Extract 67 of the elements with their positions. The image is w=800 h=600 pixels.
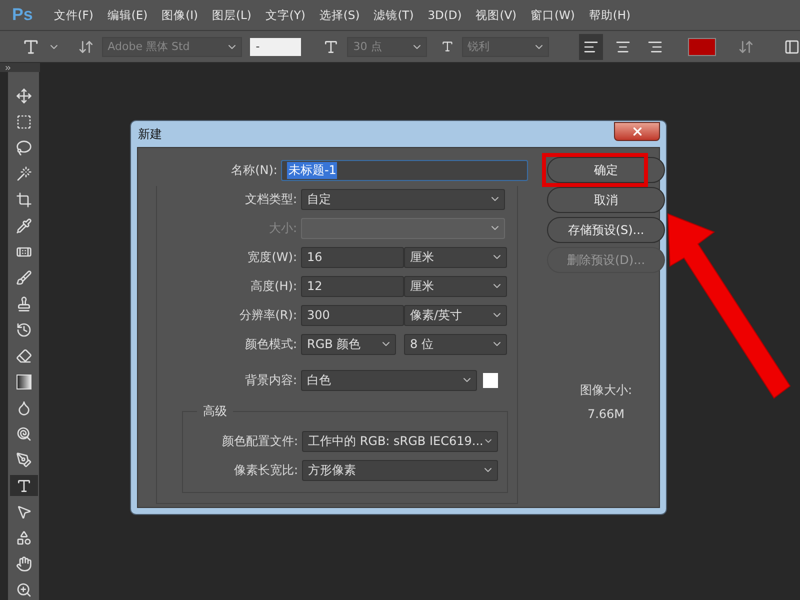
close-button[interactable] xyxy=(614,122,660,140)
type-icon xyxy=(16,478,32,494)
marquee-icon xyxy=(16,114,32,130)
dialog-button[interactable]: 确定 xyxy=(547,157,665,183)
menu-item[interactable]: 编辑(E) xyxy=(100,8,155,22)
image-size-value: 7.66M xyxy=(587,407,625,421)
tool-button[interactable] xyxy=(10,475,38,496)
unit-dropdown[interactable]: 像素/英寸 xyxy=(404,304,507,326)
image-size-label: 图像大小: xyxy=(580,382,632,399)
shapes-icon xyxy=(16,530,32,546)
dropdown[interactable]: RGB 颜色 xyxy=(301,334,396,354)
menu-item[interactable]: 视图(V) xyxy=(468,8,524,22)
dropdown[interactable]: 白色 xyxy=(301,370,477,390)
history-icon xyxy=(16,322,32,338)
align-right-icon xyxy=(646,38,663,54)
dropdown[interactable]: 工作中的 RGB: sRGB IEC619... xyxy=(302,430,498,452)
menu-item[interactable]: 选择(S) xyxy=(312,8,367,22)
pen-icon xyxy=(16,452,32,468)
stamp-icon xyxy=(16,296,32,312)
dialog-title: 新建 xyxy=(137,126,162,142)
dropdown[interactable]: 方形像素 xyxy=(302,460,498,480)
menu-item[interactable]: 图层(L) xyxy=(205,8,258,22)
hand-icon xyxy=(16,556,32,572)
color-swatch[interactable] xyxy=(483,372,498,388)
menu-item[interactable]: 图像(I) xyxy=(154,8,206,22)
eraser-icon xyxy=(16,348,32,364)
align-center-icon xyxy=(614,38,631,54)
dialog-button[interactable]: 取消 xyxy=(547,187,665,213)
wand-icon xyxy=(16,166,32,182)
expand-icon[interactable] xyxy=(4,64,12,72)
antialias-icon xyxy=(440,40,454,53)
text-orientation-icon[interactable] xyxy=(78,38,94,54)
type-icon[interactable] xyxy=(22,38,40,56)
panels-icon[interactable] xyxy=(784,38,800,54)
pointer-icon xyxy=(16,504,32,520)
crop-icon xyxy=(16,192,32,208)
align-button[interactable] xyxy=(579,34,603,60)
number-field[interactable]: 16 xyxy=(301,246,404,268)
unit-dropdown[interactable]: 厘米 xyxy=(404,276,507,296)
name-field[interactable]: 未标题-1 xyxy=(281,160,528,180)
close-icon xyxy=(630,124,644,138)
dropdown[interactable]: 8 位 xyxy=(404,334,507,354)
dropdown[interactable]: 自定 xyxy=(301,188,505,210)
font-style-field[interactable]: - xyxy=(250,38,302,56)
menu-item[interactable]: 窗口(W) xyxy=(524,8,582,22)
number-field[interactable]: 300 xyxy=(301,304,404,326)
menu-item[interactable]: 帮助(H) xyxy=(582,8,638,22)
pipette-icon xyxy=(16,218,32,234)
warp-text-icon[interactable] xyxy=(738,38,754,54)
menu-item[interactable]: 文字(Y) xyxy=(258,8,312,22)
number-field[interactable]: 12 xyxy=(301,276,404,296)
zoom-icon xyxy=(16,582,32,598)
dialog-button[interactable]: 存储预设(S)... xyxy=(547,217,665,243)
lollipop-icon xyxy=(16,426,32,442)
menu-item[interactable]: 3D(D) xyxy=(420,8,469,22)
move-icon xyxy=(16,88,32,104)
text-color-swatch[interactable] xyxy=(688,38,716,56)
brush-icon xyxy=(16,270,32,286)
menu-item[interactable]: 滤镜(T) xyxy=(366,8,421,22)
font-size-icon xyxy=(323,38,340,54)
gradient-icon xyxy=(16,374,32,390)
align-left-icon xyxy=(582,38,599,54)
unit-dropdown[interactable]: 厘米 xyxy=(404,246,507,268)
menu-item[interactable]: 文件(F) xyxy=(46,8,100,22)
app-logo: Ps xyxy=(12,5,33,25)
droplet-icon xyxy=(16,400,32,416)
lasso-icon xyxy=(16,140,32,156)
